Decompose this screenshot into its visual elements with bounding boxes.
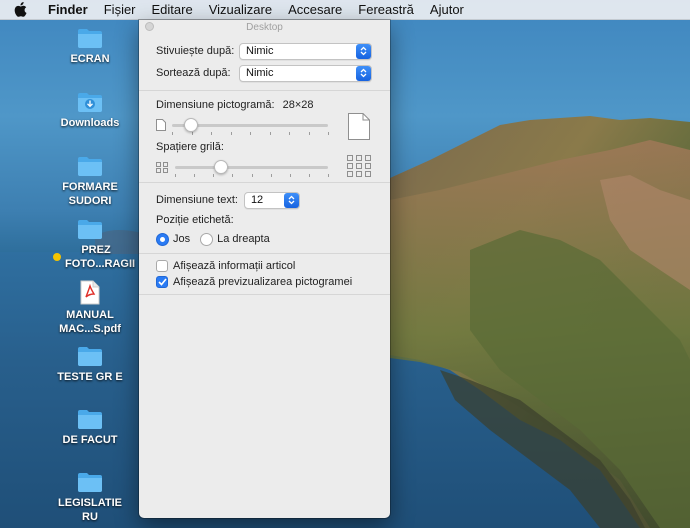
grid-spacing-slider-row: [156, 155, 334, 179]
large-document-icon: [348, 113, 370, 140]
desktop-icon-downloads[interactable]: Downloads: [50, 91, 130, 130]
menu-file[interactable]: Fișier: [96, 2, 144, 17]
text-size-value: 12: [250, 194, 264, 206]
show-item-info-row: Afișează informații articol: [156, 258, 373, 274]
small-document-icon: [156, 119, 166, 131]
icon-size-value: 28×28: [282, 99, 314, 111]
view-options-panel: Desktop Stivuiește după: Nimic Sortează …: [139, 20, 390, 518]
desktop-icon-label: FORMARE SUDORI: [62, 181, 118, 207]
show-icon-preview-label: Afișează previzualizarea pictogramei: [173, 276, 353, 288]
label-position-options: Jos La dreapta: [156, 229, 373, 249]
yellow-tag-icon: [53, 253, 61, 261]
show-item-info-label: Afișează informații articol: [173, 260, 296, 272]
desktop-icon-label: LEGISLATIE RU: [58, 497, 122, 523]
text-size-row: Dimensiune text: 12: [156, 189, 373, 211]
show-icon-preview-row: Afișează previzualizarea pictogramei: [156, 274, 373, 290]
icon-size-slider-knob[interactable]: [183, 117, 198, 132]
popup-chevrons-icon: [283, 192, 299, 208]
grid-wide-icon: [347, 155, 371, 177]
menu-edit[interactable]: Editare: [144, 2, 201, 17]
text-size-label: Dimensiune text:: [156, 194, 238, 206]
options-section: Afișează informații articol Afișează pre…: [139, 254, 390, 295]
desktop-icon-folder[interactable]: LEGISLATIE RU: [50, 471, 130, 524]
popup-chevrons-icon: [356, 43, 371, 59]
downloads-folder-icon: [77, 91, 103, 113]
stack-by-row: Stivuiește după: Nimic: [156, 40, 373, 62]
stack-by-label: Stivuiește după:: [156, 45, 235, 57]
grid-spacing-slider-knob[interactable]: [213, 159, 228, 174]
show-item-info-checkbox[interactable]: [156, 260, 168, 272]
close-button[interactable]: [145, 22, 154, 31]
desktop-icon-label: TESTE GR E: [57, 371, 123, 383]
size-section: Dimensiune pictogramă: 28×28 Spațiere gr…: [139, 91, 390, 183]
grid-spacing-label: Spațiere grilă:: [156, 141, 224, 153]
sort-by-popup[interactable]: Nimic: [239, 64, 372, 82]
desktop-icon-label: PREZ FOTO...RAGII: [65, 244, 136, 270]
folder-icon: [77, 218, 103, 240]
sort-by-row: Sortează după: Nimic: [156, 62, 373, 84]
panel-titlebar[interactable]: Desktop: [139, 20, 390, 34]
show-icon-preview-checkbox[interactable]: [156, 276, 168, 288]
stack-by-popup[interactable]: Nimic: [239, 42, 372, 60]
desktop-icon-folder[interactable]: DE FACUT: [50, 408, 130, 447]
grid-spacing-slider[interactable]: [175, 159, 329, 177]
sort-by-value: Nimic: [246, 67, 274, 79]
menu-window[interactable]: Fereastră: [350, 2, 422, 17]
folder-icon: [77, 408, 103, 430]
text-size-popup[interactable]: 12: [243, 191, 300, 209]
desktop-icon-label: Downloads: [60, 117, 120, 129]
desktop-icon-label: MANUAL MAC...S.pdf: [59, 309, 121, 335]
radio-right[interactable]: [200, 232, 214, 246]
icon-size-slider[interactable]: [172, 117, 329, 135]
menu-bar: Finder Fișier Editare Vizualizare Accesa…: [0, 0, 690, 20]
radio-right-label: La dreapta: [217, 233, 270, 245]
panel-title: Desktop: [246, 21, 283, 33]
desktop-icon-label: DE FACUT: [62, 434, 118, 446]
desktop-icon-pdf[interactable]: MANUAL MAC...S.pdf: [50, 280, 130, 336]
apple-icon[interactable]: [0, 2, 40, 17]
menu-finder[interactable]: Finder: [40, 2, 96, 17]
grid-tight-icon: [156, 161, 168, 173]
desktop-icon-label: ECRAN: [70, 53, 110, 65]
desktop-icon-label-row: PREZ FOTO...RAGII: [51, 243, 136, 271]
grid-spacing-row: Spațiere grilă:: [156, 139, 373, 155]
folder-icon: [77, 27, 103, 49]
desktop-icon-folder[interactable]: TESTE GR E: [50, 345, 130, 384]
folder-icon: [77, 471, 103, 493]
radio-bottom-label: Jos: [173, 233, 191, 245]
arrange-section: Stivuiește după: Nimic Sortează după: Ni…: [139, 34, 390, 91]
radio-bottom[interactable]: [156, 232, 169, 246]
text-section: Dimensiune text: 12 Poziție etichetă: Jo…: [139, 183, 390, 254]
folder-icon: [77, 155, 103, 177]
desktop-icon-folder[interactable]: PREZ FOTO...RAGII: [50, 218, 136, 271]
menu-go[interactable]: Accesare: [280, 2, 350, 17]
icon-size-label: Dimensiune pictogramă:: [156, 99, 275, 111]
label-position-label: Poziție etichetă:: [156, 214, 234, 226]
pdf-file-icon: [80, 280, 100, 305]
folder-icon: [77, 345, 103, 367]
desktop-icon-folder[interactable]: ECRAN: [50, 27, 130, 66]
popup-chevrons-icon: [356, 65, 371, 81]
stack-by-value: Nimic: [246, 45, 274, 57]
checkmark-icon: [157, 278, 167, 286]
sort-by-label: Sortează după:: [156, 67, 231, 79]
icon-size-row: Dimensiune pictogramă: 28×28: [156, 97, 373, 113]
desktop-icon-folder[interactable]: FORMARE SUDORI: [50, 155, 130, 208]
menu-view[interactable]: Vizualizare: [201, 2, 280, 17]
icon-size-slider-row: [156, 113, 334, 137]
menu-help[interactable]: Ajutor: [422, 2, 472, 17]
label-position-row: Poziție etichetă:: [156, 211, 373, 229]
